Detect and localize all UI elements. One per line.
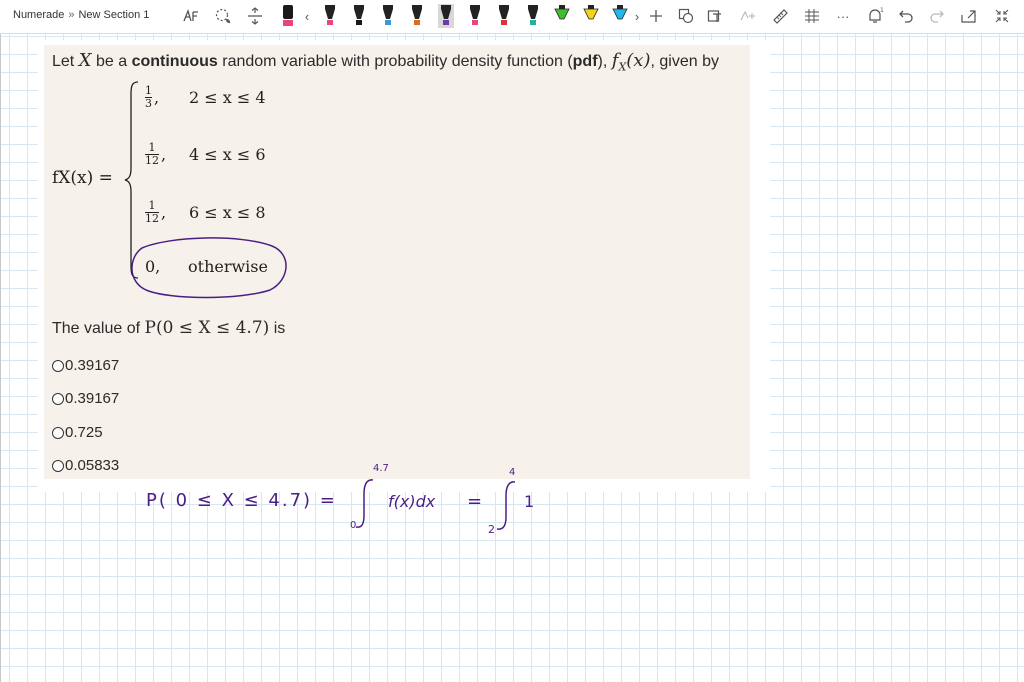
piece-row-1: 13, 2 ≤ x ≤ 4 (145, 84, 266, 110)
notifications-icon[interactable]: 1 (866, 6, 884, 26)
stem-pdf: pdf (572, 53, 598, 70)
prompt-prefix: The value of (52, 320, 141, 337)
pen-color-icon[interactable] (380, 5, 396, 26)
ink-to-math-icon[interactable] (739, 6, 757, 26)
pen-color-icon[interactable] (612, 5, 628, 26)
breadcrumb-section[interactable]: New Section 1 (78, 9, 149, 21)
ink-partial-fraction: 1 (524, 492, 535, 511)
svg-text:1: 1 (880, 7, 884, 14)
breadcrumb[interactable]: Numerade » New Section 1 (13, 9, 149, 21)
piece-4-condition: otherwise (188, 257, 268, 276)
piece-row-4: 0, otherwise (145, 257, 268, 276)
add-pen-icon[interactable] (648, 6, 664, 26)
ink-upper-limit-2: 4 (509, 467, 516, 478)
option-label: 0.39167 (65, 357, 120, 374)
pen-color-icon[interactable] (583, 5, 599, 26)
question-prompt: The value of P(0 ≤ X ≤ 4.7) is (52, 318, 285, 338)
breadcrumb-separator: » (68, 9, 75, 21)
ink-lower-limit-1: 0 (350, 520, 357, 531)
piece-2-fraction: 1 12 (145, 141, 159, 167)
pen-color-icon[interactable] (409, 5, 425, 26)
ink-lower-limit-2: 2 (488, 523, 495, 536)
radio-icon[interactable] (52, 426, 64, 439)
pen-color-icon[interactable] (438, 4, 454, 28)
left-brace-icon (124, 81, 139, 279)
ink-integrand: f(x)dx (388, 492, 436, 511)
radio-icon[interactable] (52, 359, 64, 372)
undo-icon[interactable] (897, 6, 915, 26)
pen-color-icon[interactable] (322, 5, 338, 26)
stem-rest: random variable with probability density… (222, 53, 573, 70)
breadcrumb-app[interactable]: Numerade (13, 9, 64, 21)
ink-toolbar: Numerade » New Section 1 ‹ › ··· 1 (0, 0, 1024, 34)
pdf-lhs: fX(x) = (52, 168, 113, 188)
ink-equals: = (467, 491, 483, 512)
pen-black-icon[interactable] (281, 5, 295, 26)
ink-to-text-icon[interactable] (706, 6, 724, 26)
pen-color-icon[interactable] (554, 5, 570, 26)
nav-next-icon[interactable]: › (632, 6, 642, 26)
piece-4-value: 0, (145, 257, 161, 276)
prompt-suffix: is (273, 320, 286, 337)
nav-prev-icon[interactable]: ‹ (302, 6, 312, 26)
share-icon[interactable] (960, 6, 978, 26)
pen-color-icon[interactable] (496, 5, 512, 26)
pen-color-icon[interactable] (467, 5, 483, 26)
stem-variable: X (78, 50, 92, 71)
option-label: 0.05833 (65, 457, 120, 474)
piece-3-condition: 6 ≤ x ≤ 8 (189, 203, 266, 222)
grid-view-icon[interactable] (803, 6, 821, 26)
prompt-math: P(0 ≤ X ≤ 4.7) (144, 318, 270, 338)
question-stem: Let X be a continuous random variable wi… (52, 50, 719, 74)
piece-1-condition: 2 ≤ x ≤ 4 (189, 88, 266, 107)
stem-prefix: Let (52, 53, 75, 70)
more-options-icon[interactable]: ··· (834, 6, 852, 26)
stem-mid: be a (95, 53, 128, 70)
option-label: 0.39167 (65, 390, 120, 407)
stem-fx: fX(x) (611, 50, 651, 74)
piece-row-3: 1 12, 6 ≤ x ≤ 8 (145, 199, 266, 225)
stem-bold: continuous (131, 53, 218, 70)
ruler-icon[interactable] (771, 6, 789, 26)
pen-color-icon[interactable] (525, 5, 541, 26)
fullscreen-icon[interactable] (993, 6, 1011, 26)
pen-color-icon[interactable] (351, 5, 367, 26)
redo-icon[interactable] (928, 6, 946, 26)
answer-option-2[interactable]: 0.39167 (52, 390, 119, 407)
ink-probability-expression: P( 0 ≤ X ≤ 4.7) = (146, 490, 337, 511)
stem-end: , given by (650, 53, 719, 70)
stem-close: ), (597, 53, 608, 70)
piece-2-condition: 4 ≤ x ≤ 6 (189, 145, 266, 164)
answer-option-3[interactable]: 0.725 (52, 424, 103, 441)
piece-1-fraction: 13 (145, 84, 152, 110)
canvas-left-border (0, 34, 1, 682)
ink-upper-limit-1: 4.7 (373, 463, 389, 474)
answer-option-1[interactable]: 0.39167 (52, 357, 119, 374)
option-label: 0.725 (65, 424, 103, 441)
ink-to-shape-icon[interactable] (677, 6, 695, 26)
lasso-select-icon[interactable] (214, 6, 232, 26)
radio-icon[interactable] (52, 392, 64, 405)
lasso-text-icon[interactable] (182, 6, 200, 26)
answer-option-4[interactable]: 0.05833 (52, 457, 119, 474)
piece-3-fraction: 1 12 (145, 199, 159, 225)
radio-icon[interactable] (52, 459, 64, 472)
piece-row-2: 1 12, 4 ≤ x ≤ 6 (145, 141, 266, 167)
add-space-icon[interactable] (246, 6, 264, 26)
